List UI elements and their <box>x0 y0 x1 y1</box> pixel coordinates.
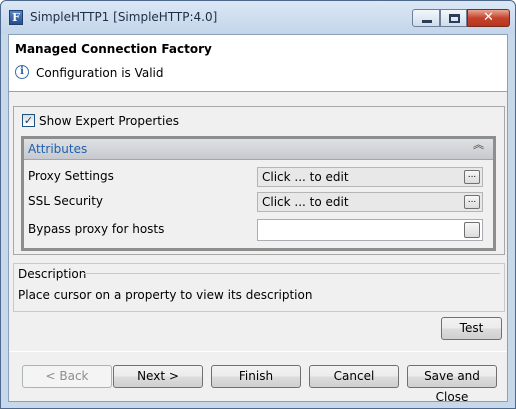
close-icon: ✕ <box>483 10 494 25</box>
show-expert-label[interactable]: Show Expert Properties <box>39 114 179 128</box>
header-area: Managed Connection Factory i Configurati… <box>9 35 507 92</box>
bypass-proxy-edit-button[interactable] <box>464 222 480 238</box>
maximize-button[interactable] <box>440 9 467 27</box>
title-bar[interactable]: F SimpleHTTP1 [SimpleHTTP:4.0] ✕ <box>1 1 515 34</box>
maximize-icon <box>449 14 460 23</box>
close-button[interactable]: ✕ <box>467 9 510 27</box>
attributes-title: Attributes <box>28 142 88 156</box>
ssl-security-field[interactable]: Click ... to edit ... <box>257 192 483 212</box>
next-button[interactable]: Next > <box>113 365 203 388</box>
back-button[interactable]: < Back <box>22 365 112 388</box>
property-label-bypass-proxy: Bypass proxy for hosts <box>28 222 165 236</box>
test-button[interactable]: Test <box>441 317 502 340</box>
dialog-window: F SimpleHTTP1 [SimpleHTTP:4.0] ✕ Managed… <box>0 0 516 409</box>
description-title: Description <box>18 267 87 281</box>
app-icon: F <box>9 10 23 25</box>
description-text: Place cursor on a property to view its d… <box>18 288 313 302</box>
proxy-settings-field[interactable]: Click ... to edit ... <box>257 167 483 187</box>
properties-panel: ✓ Show Expert Properties Attributes ︽ Pr… <box>13 106 505 255</box>
collapse-icon[interactable]: ︽ <box>473 139 484 150</box>
ssl-security-edit-button[interactable]: ... <box>464 195 480 209</box>
bypass-proxy-input[interactable] <box>257 219 483 241</box>
minimize-button[interactable] <box>412 9 440 27</box>
button-separator <box>9 351 507 352</box>
ssl-security-value: Click ... to edit <box>262 195 349 209</box>
description-panel: Description Place cursor on a property t… <box>13 263 505 312</box>
minimize-icon <box>422 20 432 23</box>
description-divider <box>84 273 500 274</box>
show-expert-checkbox[interactable]: ✓ <box>22 114 35 127</box>
proxy-settings-edit-button[interactable]: ... <box>464 170 480 184</box>
window-title: SimpleHTTP1 [SimpleHTTP:4.0] <box>30 10 218 24</box>
validation-status: Configuration is Valid <box>36 66 164 80</box>
proxy-settings-value: Click ... to edit <box>262 170 349 184</box>
property-label-ssl-security: SSL Security <box>28 194 104 208</box>
save-and-close-button[interactable]: Save and Close <box>407 365 497 404</box>
finish-button[interactable]: Finish <box>211 365 301 388</box>
attributes-header[interactable]: Attributes ︽ <box>24 139 493 160</box>
dialog-client-area: Managed Connection Factory i Configurati… <box>8 34 508 404</box>
info-icon: i <box>15 65 29 79</box>
property-label-proxy-settings: Proxy Settings <box>28 169 114 183</box>
page-title: Managed Connection Factory <box>15 42 212 56</box>
attributes-group: Attributes ︽ Proxy Settings Click ... to… <box>21 136 496 251</box>
cancel-button[interactable]: Cancel <box>309 365 399 388</box>
